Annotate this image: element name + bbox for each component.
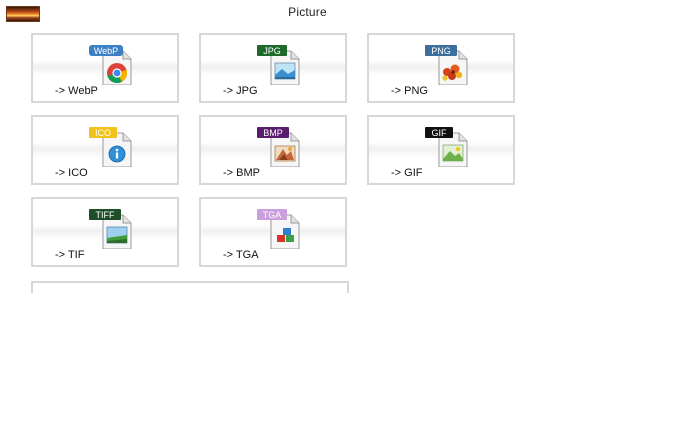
- png-file-icon: PNG: [425, 45, 475, 85]
- painting-picture-icon: [274, 145, 296, 162]
- convert-to-bmp-button[interactable]: BMP -> BMP: [199, 115, 347, 185]
- tile-label: -> ICO: [55, 167, 88, 179]
- landscape-picture-icon: [106, 226, 128, 244]
- convert-to-webp-button[interactable]: WebP -> WebP: [31, 33, 179, 103]
- tile-label: -> BMP: [223, 167, 260, 179]
- badge-text: BMP: [263, 128, 283, 138]
- convert-to-jpg-button[interactable]: JPG -> JPG: [199, 33, 347, 103]
- tile-label: -> WebP: [55, 85, 98, 97]
- tiff-file-icon: TIFF: [89, 209, 139, 249]
- landscape-picture-icon: [442, 144, 464, 162]
- badge-text: JPG: [263, 46, 281, 56]
- badge-text: GIF: [432, 128, 448, 138]
- badge-text: ICO: [95, 128, 111, 138]
- gif-file-icon: GIF: [425, 127, 475, 167]
- convert-to-gif-button[interactable]: GIF -> GIF: [367, 115, 515, 185]
- ico-file-icon: ICO: [89, 127, 139, 167]
- badge-text: TIFF: [96, 210, 115, 220]
- bmp-file-icon: BMP: [257, 127, 307, 167]
- picture-converter-panel: Picture WebP -> WebP JPG -> JPG PNG -> P…: [0, 0, 680, 422]
- page-title: Picture: [288, 5, 327, 19]
- tile-label: -> TIF: [55, 249, 85, 261]
- tile-label: -> TGA: [223, 249, 259, 261]
- convert-to-tga-button[interactable]: TGA -> TGA: [199, 197, 347, 267]
- landscape-picture-icon: [274, 62, 296, 80]
- tile-label: -> JPG: [223, 85, 258, 97]
- convert-to-tif-button[interactable]: TIFF -> TIF: [31, 197, 179, 267]
- convert-to-ico-button[interactable]: ICO -> ICO: [31, 115, 179, 185]
- convert-to-png-button[interactable]: PNG -> PNG: [367, 33, 515, 103]
- badge-text: TGA: [263, 210, 282, 220]
- badge-text: WebP: [94, 46, 118, 56]
- tile-label: -> GIF: [391, 167, 423, 179]
- tile-label: -> PNG: [391, 85, 428, 97]
- webp-file-icon: WebP: [89, 45, 139, 85]
- info-icon: [108, 145, 126, 163]
- tga-file-icon: TGA: [257, 209, 307, 249]
- badge-text: PNG: [431, 46, 451, 56]
- jpg-file-icon: JPG: [257, 45, 307, 85]
- chrome-icon: [107, 63, 128, 84]
- partial-tile: [31, 281, 349, 293]
